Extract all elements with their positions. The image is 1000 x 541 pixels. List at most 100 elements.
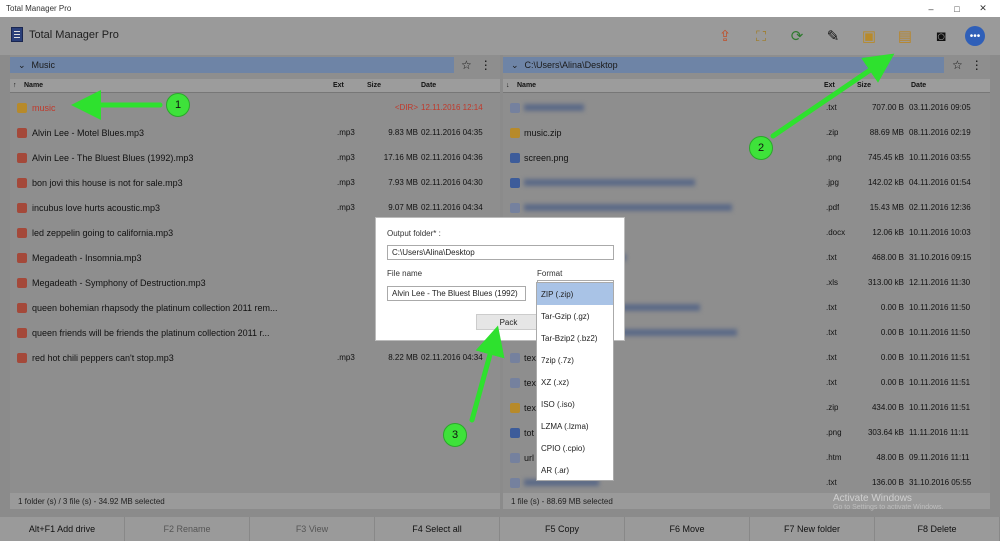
file-ext: .mp3: [337, 153, 355, 162]
file-ext: .docx: [826, 228, 846, 237]
left-status-bar: 1 folder (s) / 3 file (s) - 34.92 MB sel…: [10, 493, 500, 509]
file-size: 8.22 MB: [388, 353, 418, 362]
chevron-down-icon[interactable]: ⌄: [18, 60, 26, 71]
chevron-down-icon[interactable]: ⌄: [511, 60, 519, 71]
file-date: 11.11.2016 11:11: [909, 428, 969, 437]
format-option[interactable]: XZ (.xz): [537, 371, 613, 393]
table-row[interactable]: music.zip .zip 88.69 MB 08.11.2016 02:19: [503, 120, 990, 145]
file-date: 03.11.2016 09:05: [909, 103, 971, 112]
annotation-badge-3: 3: [443, 423, 467, 447]
watermark-title: Activate Windows: [833, 493, 912, 504]
format-option[interactable]: ISO (.iso): [537, 393, 613, 415]
table-row[interactable]: screen.png .png 745.45 kB 10.11.2016 03:55: [503, 145, 990, 170]
fkey-button-2[interactable]: F2 Rename: [125, 517, 250, 541]
file-ext: .zip: [826, 128, 839, 137]
sort-arrow-icon[interactable]: ↑: [13, 82, 17, 89]
file-name: Megadeath - Insomnia.mp3: [32, 253, 142, 263]
header-ext[interactable]: Ext: [824, 82, 835, 89]
file-name: Alvin Lee - The Bluest Blues (1992).mp3: [32, 153, 194, 163]
header-size[interactable]: Size: [367, 82, 381, 89]
file-name-input[interactable]: Alvin Lee - The Bluest Blues (1992): [387, 286, 526, 301]
refresh-icon[interactable]: ⟳: [786, 25, 808, 47]
file-date: 31.10.2016 05:55: [909, 478, 972, 487]
pack-button[interactable]: Pack: [476, 314, 541, 330]
header-date[interactable]: Date: [421, 82, 436, 89]
share-icon[interactable]: ⇪: [714, 25, 736, 47]
table-row[interactable]: red hot chili peppers can't stop.mp3 .mp3…: [10, 345, 500, 370]
format-option[interactable]: LZMA (.lzma): [537, 415, 613, 437]
table-row[interactable]: .txt 707.00 B 03.11.2016 09:05: [503, 95, 990, 120]
table-row[interactable]: music <DIR> 12.11.2016 12:14: [10, 95, 500, 120]
file-ext: .txt: [826, 328, 837, 337]
table-row[interactable]: Alvin Lee - Motel Blues.mp3 .mp3 9.83 MB 02…: [10, 120, 500, 145]
file-date: 02.11.2016 04:36: [421, 153, 483, 162]
file-icon: [510, 453, 520, 463]
header-name[interactable]: Name: [24, 82, 43, 89]
redacted-file-name: [524, 204, 732, 211]
close-button[interactable]: ✕: [970, 0, 996, 17]
annotation-badge-1: 1: [166, 93, 190, 117]
file-size: 0.00 B: [880, 353, 904, 362]
file-ext: .txt: [826, 353, 837, 362]
file-ext: .mp3: [337, 178, 355, 187]
header-ext[interactable]: Ext: [333, 82, 344, 89]
file-ext: .htm: [826, 453, 842, 462]
music-file-icon: [17, 178, 27, 188]
star-icon[interactable]: ☆: [461, 58, 472, 72]
fullscreen-icon[interactable]: ⛶: [750, 25, 772, 47]
file-size: 17.16 MB: [383, 153, 418, 162]
right-path-bar[interactable]: ⌄ C:\Users\Alina\Desktop: [503, 57, 944, 73]
file-date: 10.11.2016 11:51: [909, 378, 971, 387]
app-logo-icon: [11, 27, 23, 42]
binoculars-icon[interactable]: ◙: [930, 25, 952, 47]
kebab-menu-icon[interactable]: ⋮: [971, 58, 983, 72]
header-date[interactable]: Date: [911, 82, 926, 89]
header-size[interactable]: Size: [857, 82, 871, 89]
output-folder-input[interactable]: C:\Users\Alina\Desktop: [387, 245, 614, 260]
left-path-bar[interactable]: ⌄ Music: [10, 57, 454, 73]
file-size: 468.00 B: [871, 253, 904, 262]
fkey-button-6[interactable]: F6 Move: [625, 517, 750, 541]
left-pane-actions: ☆ ⋮: [461, 57, 492, 73]
table-row[interactable]: Alvin Lee - The Bluest Blues (1992).mp3.…: [10, 145, 500, 170]
file-date: 02.11.2016 12:36: [909, 203, 971, 212]
pin-icon[interactable]: ✎: [822, 25, 844, 47]
file-size: 48.00 B: [876, 453, 904, 462]
unpack-icon[interactable]: ▤: [894, 25, 916, 47]
file-icon: [510, 203, 520, 213]
file-date: 02.11.2016 04:35: [421, 128, 483, 137]
table-row[interactable]: .jpg 142.02 kB 04.11.2016 01:54: [503, 170, 990, 195]
fkey-button-1[interactable]: Alt+F1 Add drive: [0, 517, 125, 541]
file-size: 9.07 MB: [388, 203, 418, 212]
minimize-button[interactable]: –: [918, 0, 944, 17]
left-path: Music: [31, 60, 56, 70]
fkey-button-4[interactable]: F4 Select all: [375, 517, 500, 541]
right-status-text: 1 file (s) - 88.69 MB selected: [511, 496, 613, 506]
format-option[interactable]: AR (.ar): [537, 459, 613, 481]
format-option[interactable]: Tar-Gzip (.gz): [537, 305, 613, 327]
table-row[interactable]: bon jovi this house is not for sale.mp3.…: [10, 170, 500, 195]
star-icon[interactable]: ☆: [952, 58, 963, 72]
format-option[interactable]: Tar-Bzip2 (.bz2): [537, 327, 613, 349]
pack-icon[interactable]: ▣: [858, 25, 880, 47]
fkey-button-5[interactable]: F5 Copy: [500, 517, 625, 541]
file-date: 10.11.2016 10:03: [909, 228, 971, 237]
fkey-button-3[interactable]: F3 View: [250, 517, 375, 541]
file-size: 9.83 MB: [388, 128, 418, 137]
format-option[interactable]: CPIO (.cpio): [537, 437, 613, 459]
header-name[interactable]: Name: [517, 82, 536, 89]
format-option[interactable]: 7zip (.7z): [537, 349, 613, 371]
format-option[interactable]: ZIP (.zip): [537, 283, 613, 305]
window-titlebar: Total Manager Pro – □ ✕: [0, 0, 1000, 17]
fkey-button-8[interactable]: F8 Delete: [875, 517, 1000, 541]
kebab-menu-icon[interactable]: ⋮: [480, 58, 492, 72]
music-file-icon: [17, 328, 27, 338]
file-ext: .png: [826, 428, 842, 437]
more-icon[interactable]: •••: [965, 26, 985, 46]
music-file-icon: [17, 203, 27, 213]
maximize-button[interactable]: □: [944, 0, 970, 17]
fkey-button-7[interactable]: F7 New folder: [750, 517, 875, 541]
file-date: 10.11.2016 11:51: [909, 403, 971, 412]
file-size: 0.00 B: [880, 378, 904, 387]
sort-arrow-icon[interactable]: ↓: [506, 82, 510, 89]
